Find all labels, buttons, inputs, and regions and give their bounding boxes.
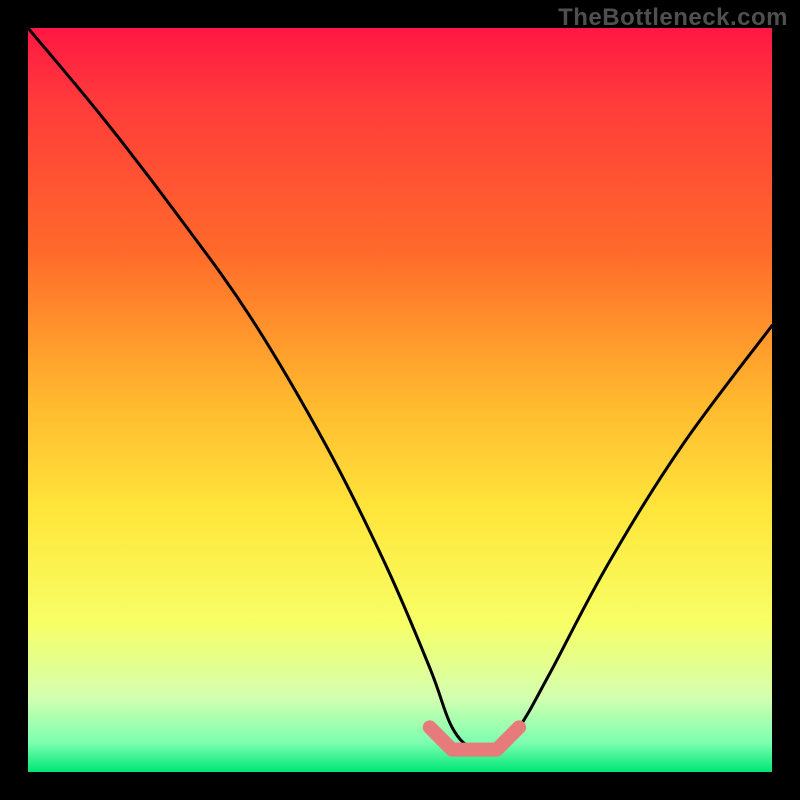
bottleneck-chart xyxy=(28,28,772,772)
chart-container: TheBottleneck.com xyxy=(0,0,800,800)
watermark-text: TheBottleneck.com xyxy=(558,4,788,32)
plot-area xyxy=(28,28,772,772)
